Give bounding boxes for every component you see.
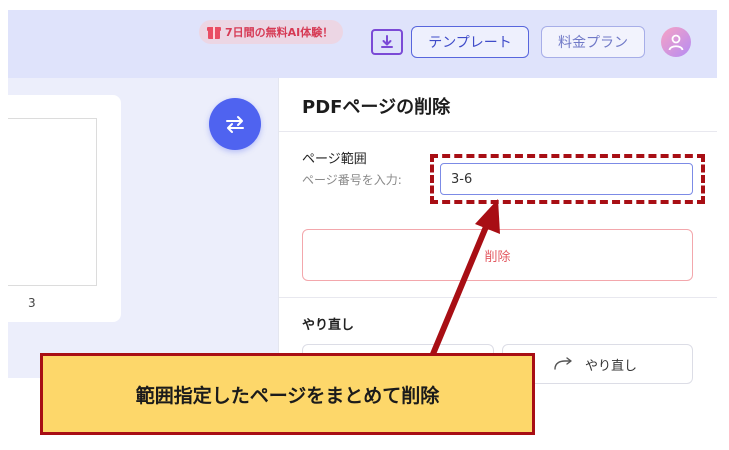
panel-title: PDFページの削除 [302, 97, 451, 118]
delete-button[interactable]: 削除 [302, 229, 693, 281]
gift-icon [207, 25, 221, 39]
download-button[interactable] [371, 29, 403, 55]
swap-button[interactable] [209, 98, 261, 150]
redo-section-label: やり直し [302, 318, 355, 333]
page-range-label: ページ範囲 [302, 152, 367, 167]
pricing-plan-button[interactable]: 料金プラン [541, 26, 645, 58]
page-thumbnail[interactable] [8, 118, 97, 286]
redo-arrow-icon [554, 357, 572, 370]
free-trial-text: 7日間の無料AI体験！ [225, 26, 334, 39]
page-number: 3 [28, 296, 36, 310]
avatar[interactable] [661, 27, 691, 57]
download-icon [381, 35, 393, 48]
avatar-icon [668, 34, 684, 51]
redo-button-label: やり直し [585, 358, 638, 374]
highlight-box [430, 154, 705, 204]
page-range-hint: ページ番号を入力: [302, 173, 402, 187]
annotation-callout: 範囲指定したページをまとめて削除 [40, 353, 535, 435]
divider [279, 297, 717, 298]
delete-pages-panel [278, 78, 717, 378]
free-trial-badge[interactable]: 7日間の無料AI体験！ [199, 20, 344, 44]
template-button[interactable]: テンプレート [411, 26, 529, 58]
divider [279, 131, 717, 132]
swap-arrows-icon [226, 116, 244, 133]
